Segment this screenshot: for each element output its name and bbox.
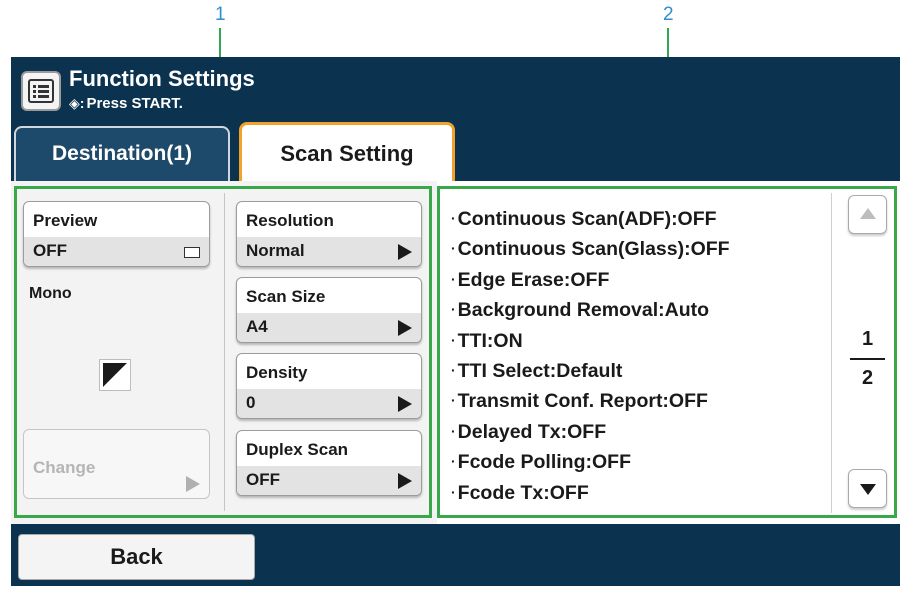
chevron-right-icon (398, 320, 412, 336)
instruction-label: Press START. (86, 95, 183, 112)
column-divider (224, 193, 225, 511)
change-label: Change (33, 458, 96, 477)
list-menu-icon (21, 71, 61, 111)
preview-square-icon (184, 247, 200, 258)
chevron-right-icon (398, 473, 412, 489)
color-mode-label: Mono (29, 285, 72, 302)
tab-scan-setting[interactable]: Scan Setting (239, 122, 455, 183)
scan-size-value-row: A4 (237, 313, 421, 342)
density-value-row: 0 (237, 389, 421, 418)
scan-size-value: A4 (246, 317, 268, 336)
resolution-value: Normal (246, 241, 305, 260)
mono-color-icon (99, 359, 131, 391)
instruction-text: ◈: Press START. (69, 95, 183, 112)
title-bar: Function Settings ◈: Press START. (11, 57, 900, 123)
start-icon: ◈: (69, 95, 85, 111)
tab-destination[interactable]: Destination(1) (14, 126, 230, 181)
chevron-right-icon (186, 476, 200, 492)
resolution-button[interactable]: Resolution Normal (236, 201, 422, 267)
preview-value: OFF (33, 241, 67, 260)
page-title: Function Settings (69, 66, 255, 91)
duplex-scan-value-row: OFF (237, 466, 421, 495)
density-value: 0 (246, 393, 256, 412)
chevron-right-icon (398, 244, 412, 260)
scan-settings-content: Preview OFF Mono Change Resolution Norma… (11, 181, 901, 524)
density-label: Density (246, 363, 308, 382)
duplex-scan-button[interactable]: Duplex Scan OFF (236, 430, 422, 496)
callout-number-2: 2 (663, 4, 674, 25)
density-button[interactable]: Density 0 (236, 353, 422, 419)
preview-label: Preview (33, 211, 98, 230)
duplex-scan-label: Duplex Scan (246, 440, 349, 459)
device-screen: Function Settings ◈: Press START. Destina… (11, 57, 901, 586)
preview-value-row: OFF (24, 237, 209, 266)
callout-box-2 (437, 186, 897, 518)
callout-number-1: 1 (215, 4, 226, 25)
preview-button[interactable]: Preview OFF (23, 201, 210, 267)
chevron-right-icon (398, 396, 412, 412)
duplex-scan-value: OFF (246, 470, 280, 489)
back-button[interactable]: Back (18, 534, 255, 580)
resolution-label: Resolution (246, 211, 334, 230)
change-button[interactable]: Change (23, 429, 210, 499)
scan-size-button[interactable]: Scan Size A4 (236, 277, 422, 343)
scan-size-label: Scan Size (246, 287, 326, 306)
resolution-value-row: Normal (237, 237, 421, 266)
